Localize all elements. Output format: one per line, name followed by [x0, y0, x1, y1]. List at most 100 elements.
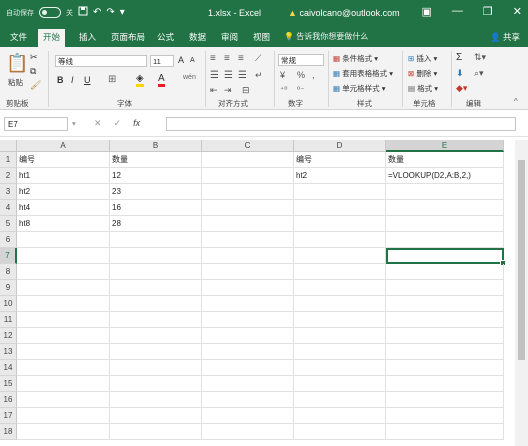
row-header[interactable]: 18 [0, 424, 17, 440]
decrease-indent-icon[interactable]: ⇤ [210, 85, 218, 96]
formula-input[interactable] [166, 117, 516, 131]
cell-a1[interactable]: 编号 [17, 152, 110, 168]
cell-e13[interactable] [386, 344, 504, 360]
tell-me-box[interactable]: 💡 告诉我你想要做什么 [284, 31, 368, 42]
cell-c10[interactable] [202, 296, 294, 312]
cell-e6[interactable] [386, 232, 504, 248]
format-as-table-button[interactable]: ▦ 套用表格格式 ▾ [333, 68, 393, 79]
grow-font-button[interactable]: A [178, 55, 184, 65]
cell-d5[interactable] [294, 216, 386, 232]
merge-center-icon[interactable]: ⊟ [242, 85, 250, 96]
redo-icon[interactable]: ↷ [106, 7, 114, 18]
tab-formulas[interactable]: 公式 [157, 31, 174, 43]
row-header[interactable]: 5 [0, 216, 17, 232]
cell-c13[interactable] [202, 344, 294, 360]
name-box[interactable]: E7 [4, 117, 68, 131]
row-header[interactable]: 7 [0, 248, 17, 264]
find-select-icon[interactable]: ⌕▾ [474, 68, 484, 79]
ribbon-display-icon[interactable]: ▣ [422, 5, 432, 18]
italic-button[interactable]: I [71, 75, 74, 85]
cell-e11[interactable] [386, 312, 504, 328]
autosave-toggle[interactable] [39, 7, 61, 18]
cell-b4[interactable]: 16 [110, 200, 202, 216]
column-header-b[interactable]: B [110, 140, 202, 152]
cell-d11[interactable] [294, 312, 386, 328]
cell-b18[interactable] [110, 424, 202, 440]
cell-b6[interactable] [110, 232, 202, 248]
column-header-c[interactable]: C [202, 140, 294, 152]
cell-b3[interactable]: 23 [110, 184, 202, 200]
cell-e9[interactable] [386, 280, 504, 296]
cell-e16[interactable] [386, 392, 504, 408]
cell-e4[interactable] [386, 200, 504, 216]
cell-a7[interactable] [17, 248, 110, 264]
fill-color-icon[interactable]: ◈ [136, 73, 144, 87]
vertical-scrollbar[interactable] [515, 140, 528, 446]
borders-icon[interactable]: ⊞ [108, 74, 116, 85]
cell-a14[interactable] [17, 360, 110, 376]
tab-file[interactable]: 文件 [10, 31, 27, 43]
cell-c2[interactable] [202, 168, 294, 184]
cell-a17[interactable] [17, 408, 110, 424]
align-top-icon[interactable]: ≡ [210, 53, 216, 64]
sort-filter-icon[interactable]: ⇅▾ [474, 52, 486, 63]
increase-indent-icon[interactable]: ⇥ [224, 85, 232, 96]
row-header[interactable]: 9 [0, 280, 17, 296]
cell-a10[interactable] [17, 296, 110, 312]
cell-c4[interactable] [202, 200, 294, 216]
cell-a18[interactable] [17, 424, 110, 440]
fill-icon[interactable]: ⬇ [456, 68, 464, 79]
bold-button[interactable]: B [57, 75, 64, 85]
cell-a5[interactable]: ht8 [17, 216, 110, 232]
cell-d15[interactable] [294, 376, 386, 392]
comma-button[interactable]: , [312, 70, 315, 80]
cell-c15[interactable] [202, 376, 294, 392]
cell-e8[interactable] [386, 264, 504, 280]
cell-d18[interactable] [294, 424, 386, 440]
cell-e1[interactable]: 数量 [386, 152, 504, 168]
number-format-select[interactable]: 常规 [278, 54, 324, 66]
format-cells-button[interactable]: ▤ 格式 ▾ [408, 83, 438, 94]
cell-d8[interactable] [294, 264, 386, 280]
row-header[interactable]: 13 [0, 344, 17, 360]
cell-c8[interactable] [202, 264, 294, 280]
cell-d1[interactable]: 编号 [294, 152, 386, 168]
cell-c14[interactable] [202, 360, 294, 376]
active-cell[interactable] [386, 248, 504, 264]
account-name[interactable]: ▲ caivolcano@outlook.com [288, 8, 400, 18]
cell-c9[interactable] [202, 280, 294, 296]
tab-page-layout[interactable]: 页面布局 [111, 31, 145, 43]
align-middle-icon[interactable]: ≡ [224, 53, 230, 64]
cell-c11[interactable] [202, 312, 294, 328]
cell-d16[interactable] [294, 392, 386, 408]
insert-function-icon[interactable]: fx [133, 118, 140, 129]
cell-a9[interactable] [17, 280, 110, 296]
cell-a12[interactable] [17, 328, 110, 344]
font-name-select[interactable]: 等线 [55, 55, 147, 67]
cell-d7[interactable] [294, 248, 386, 264]
cell-e17[interactable] [386, 408, 504, 424]
shrink-font-button[interactable]: A [190, 57, 195, 64]
cell-a13[interactable] [17, 344, 110, 360]
cancel-icon[interactable]: ✕ [94, 118, 102, 129]
cell-d3[interactable] [294, 184, 386, 200]
paste-button[interactable]: 粘贴 [8, 77, 23, 88]
cell-b16[interactable] [110, 392, 202, 408]
phonetic-button[interactable]: wén [183, 74, 196, 81]
decrease-decimal-icon[interactable]: ⁰⁻ [297, 85, 304, 94]
cell-d4[interactable] [294, 200, 386, 216]
cell-b14[interactable] [110, 360, 202, 376]
row-header[interactable]: 6 [0, 232, 17, 248]
cell-b1[interactable]: 数量 [110, 152, 202, 168]
row-header[interactable]: 3 [0, 184, 17, 200]
cell-e3[interactable] [386, 184, 504, 200]
cell-a15[interactable] [17, 376, 110, 392]
insert-cells-button[interactable]: ⊞ 插入 ▾ [408, 53, 437, 64]
cell-c18[interactable] [202, 424, 294, 440]
cell-e5[interactable] [386, 216, 504, 232]
cell-b15[interactable] [110, 376, 202, 392]
paste-icon[interactable]: 📋 [6, 53, 28, 74]
cell-d12[interactable] [294, 328, 386, 344]
scroll-thumb[interactable] [518, 160, 525, 360]
clear-icon[interactable]: ◆▾ [456, 83, 467, 94]
